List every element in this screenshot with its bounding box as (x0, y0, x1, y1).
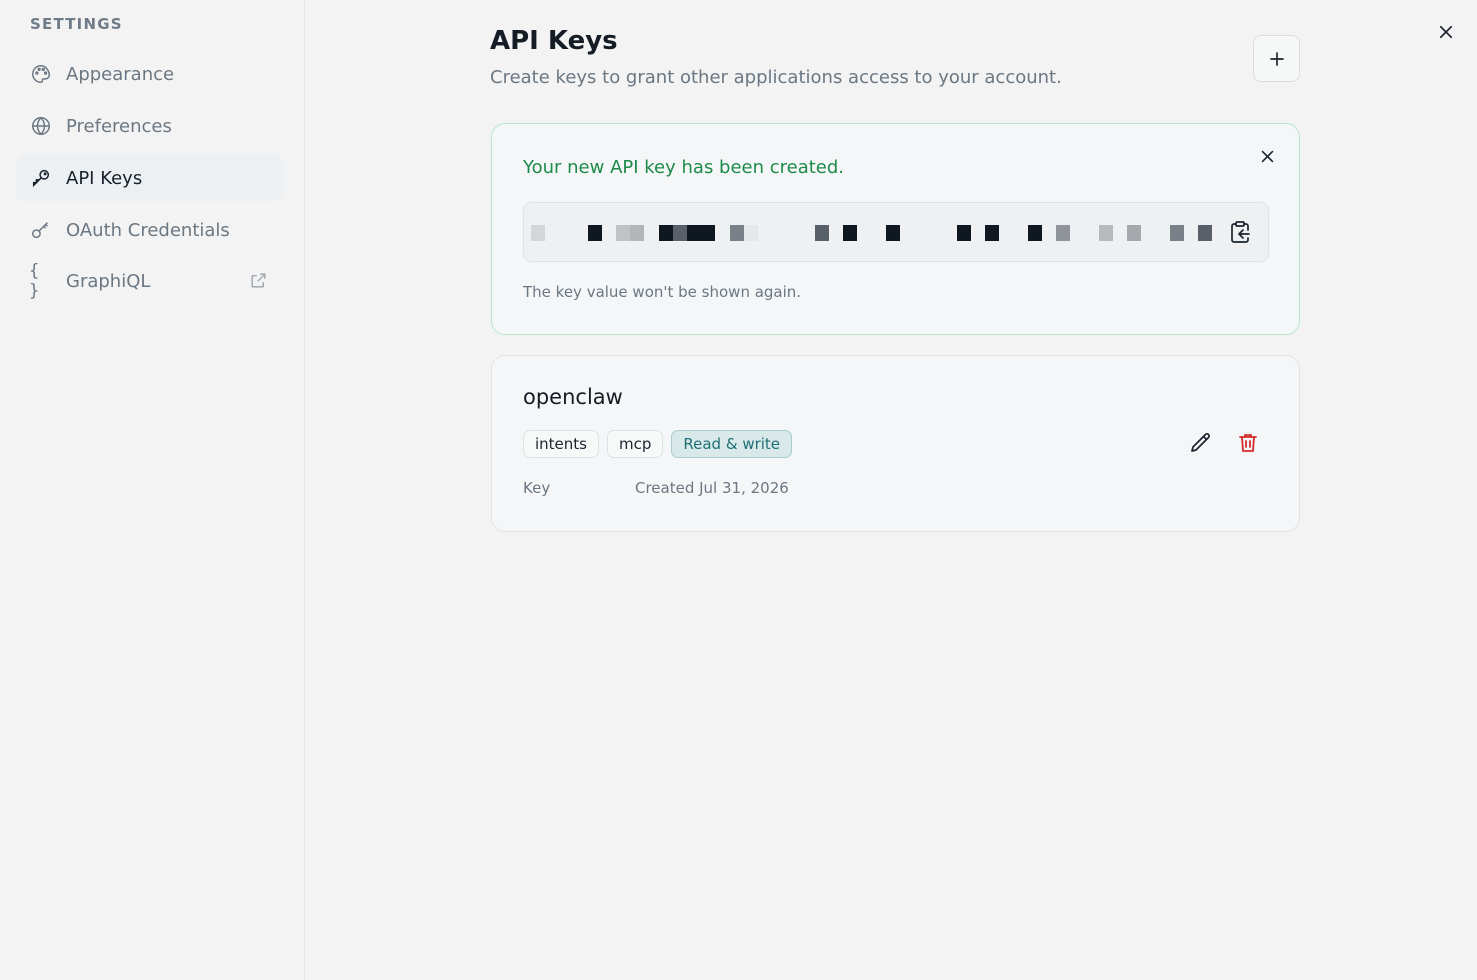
api-key-tags: intents mcp Read & write (523, 430, 793, 458)
page-title: API Keys (490, 26, 618, 56)
key-label: Key (523, 479, 551, 497)
notice-title: Your new API key has been created. (523, 157, 845, 178)
braces-icon: { } (29, 261, 41, 301)
sidebar-item-label: Appearance (66, 63, 175, 85)
plus-icon (1269, 51, 1284, 66)
notice-note: The key value won't be shown again. (523, 283, 802, 301)
sidebar-heading: SETTINGS (30, 15, 123, 33)
sidebar-item-label: API Keys (66, 167, 143, 189)
sidebar-item-graphiql[interactable]: { } GraphiQL (16, 258, 284, 304)
sidebar-item-oauth-credentials[interactable]: OAuth Credentials (16, 207, 284, 253)
delete-key-button[interactable] (1236, 431, 1262, 457)
close-icon (1439, 25, 1453, 39)
pencil-icon (1191, 433, 1210, 452)
globe-icon (29, 114, 53, 138)
copy-key-button[interactable] (1228, 220, 1252, 244)
api-key-value-field[interactable] (523, 202, 1269, 262)
sidebar-item-label: GraphiQL (66, 270, 151, 292)
page-subtitle: Create keys to grant other applications … (490, 67, 1062, 88)
sidebar-item-label: Preferences (66, 115, 172, 137)
scope-tag: intents (523, 430, 599, 458)
permission-badge: Read & write (671, 430, 793, 458)
created-date: Created Jul 31, 2026 (635, 479, 789, 497)
redacted-key-value (531, 225, 1221, 241)
external-link-icon (249, 271, 268, 295)
trash-icon (1239, 434, 1257, 452)
clipboard-copy-icon (1231, 221, 1250, 243)
edit-key-button[interactable] (1189, 431, 1215, 457)
close-settings-button[interactable] (1434, 20, 1458, 44)
palette-icon (29, 62, 53, 86)
sidebar-item-api-keys[interactable]: API Keys (16, 155, 284, 201)
close-icon (1261, 150, 1273, 162)
oauth-key-icon (29, 218, 53, 242)
sidebar-item-label: OAuth Credentials (66, 219, 230, 241)
api-key-card: openclaw intents mcp Read & write Key Cr… (491, 355, 1300, 532)
api-key-name: openclaw (523, 385, 623, 409)
scope-tag: mcp (607, 430, 664, 458)
dismiss-notice-button[interactable] (1255, 144, 1279, 168)
sidebar-item-preferences[interactable]: Preferences (16, 103, 284, 149)
key-icon (29, 166, 53, 190)
add-api-key-button[interactable] (1253, 35, 1300, 82)
sidebar-item-appearance[interactable]: Appearance (16, 51, 284, 97)
new-key-notice: Your new API key has been created. The k… (491, 123, 1300, 335)
settings-sidebar: SETTINGS Appearance Preferences API Keys… (0, 0, 305, 980)
